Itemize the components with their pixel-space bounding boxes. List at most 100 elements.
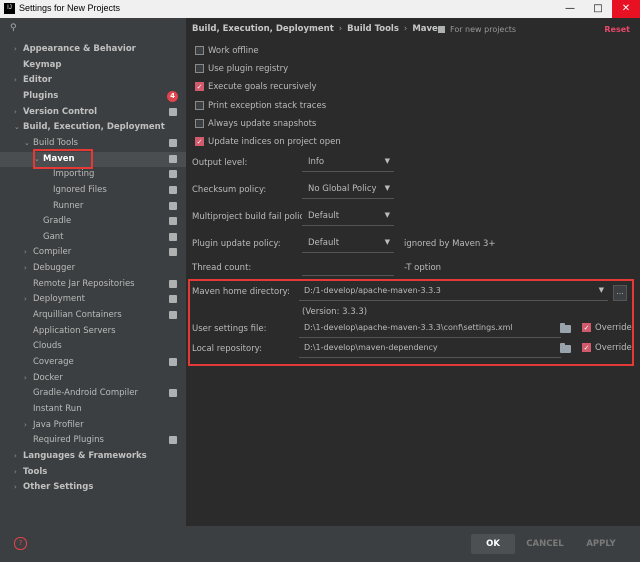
settings-search[interactable]: ⚲: [6, 22, 180, 38]
minimize-button[interactable]: —: [556, 0, 584, 18]
option-label: Update indices on project open: [208, 137, 341, 147]
maximize-button[interactable]: □: [584, 0, 612, 18]
cancel-button[interactable]: CANCEL: [519, 534, 571, 554]
sidebar-item[interactable]: Gradle: [0, 214, 186, 229]
checkbox-unchecked-icon: [195, 64, 204, 74]
multiproject-policy-select[interactable]: Default ▼: [302, 209, 394, 226]
folder-icon[interactable]: [560, 323, 571, 333]
project-scope-icon: [169, 201, 177, 210]
sidebar-item-label: Build, Execution, Deployment: [23, 122, 165, 133]
breadcrumb-item[interactable]: Build, Execution, Deployment: [192, 24, 334, 34]
override-label: Override: [595, 343, 632, 353]
plugin-update-policy-value: Default: [308, 238, 340, 248]
chevron-right-icon[interactable]: ›: [24, 292, 27, 307]
project-scope-icon: [169, 232, 177, 241]
sidebar-item[interactable]: › Java Profiler: [0, 418, 186, 433]
local-repo-label: Local repository:: [192, 344, 262, 354]
output-level-value: Info: [308, 157, 325, 167]
checkbox-unchecked-icon: [195, 46, 204, 55]
maven-settings-panel: Build, Execution, Deployment › Build Tools…: [186, 18, 640, 526]
option-label: Always update snapshots: [208, 118, 317, 129]
sidebar-item[interactable]: › Docker: [0, 371, 186, 386]
sidebar-item[interactable]: ⌄ Build Tools: [0, 136, 186, 151]
close-button[interactable]: ✕: [612, 0, 640, 18]
option-label: Execute goals recursively: [208, 82, 317, 93]
chevron-down-icon[interactable]: ⌄: [34, 152, 40, 167]
sidebar-item[interactable]: Application Servers: [0, 324, 186, 339]
multiproject-policy-label-text: Multiproject build fail policy:: [192, 212, 312, 222]
sidebar-item[interactable]: › Version Control: [0, 105, 186, 120]
sidebar-item[interactable]: › Appearance & Behavior: [0, 42, 186, 57]
sidebar-item[interactable]: ⌄ Build, Execution, Deployment: [0, 120, 186, 135]
dropdown-arrow-icon: ▼: [598, 286, 604, 294]
checksum-policy-label-text: Checksum policy:: [192, 185, 267, 195]
for-new-projects-label: For new projects: [438, 25, 516, 34]
sidebar-item[interactable]: › Compiler: [0, 245, 186, 260]
sidebar-item[interactable]: Gant: [0, 230, 186, 245]
sidebar-item-label: Instant Run: [33, 403, 82, 414]
dropdown-arrow-icon: ▼: [384, 157, 390, 165]
chevron-right-icon[interactable]: ›: [14, 480, 17, 495]
chevron-right-icon[interactable]: ›: [14, 73, 17, 88]
dropdown-arrow-icon: ▼: [384, 184, 390, 192]
project-icon: [438, 26, 445, 33]
apply-button[interactable]: APPLY: [575, 534, 627, 554]
chevron-right-icon[interactable]: ›: [24, 371, 27, 386]
plugin-update-policy-select[interactable]: Default ▼: [302, 236, 394, 253]
plugin-update-policy-label-text: Plugin update policy:: [192, 239, 281, 249]
chevron-right-icon[interactable]: ›: [24, 245, 27, 260]
sidebar-item[interactable]: Keymap: [0, 58, 186, 73]
sidebar-item[interactable]: › Editor: [0, 73, 186, 88]
maven-home-select[interactable]: D:/1-develop/apache-maven-3.3.3 ▼: [299, 284, 608, 301]
sidebar-item[interactable]: Arquillian Containers: [0, 308, 186, 323]
sidebar-item-label: Arquillian Containers: [33, 310, 122, 321]
project-scope-icon: [169, 436, 177, 445]
ok-button[interactable]: OK: [471, 534, 515, 554]
checkbox-checked-icon: ✓: [195, 82, 204, 92]
chevron-right-icon[interactable]: ›: [14, 465, 17, 480]
maven-version-text: (Version: 3.3.3): [302, 307, 368, 317]
checksum-policy-select[interactable]: No Global Policy ▼: [302, 182, 394, 199]
sidebar-item[interactable]: Importing: [0, 167, 186, 182]
sidebar-item[interactable]: › Deployment: [0, 292, 186, 307]
sidebar-item-label: Deployment: [33, 294, 85, 305]
window-title: Settings for New Projects: [19, 3, 121, 13]
chevron-right-icon[interactable]: ›: [24, 261, 27, 276]
sidebar-item[interactable]: Clouds: [0, 339, 186, 354]
user-settings-label-text: User settings file:: [192, 324, 267, 334]
breadcrumb-item[interactable]: Build Tools: [347, 24, 399, 34]
chevron-right-icon[interactable]: ›: [14, 42, 17, 57]
sidebar-item[interactable]: Ignored Files: [0, 183, 186, 198]
chevron-down-icon[interactable]: ⌄: [24, 136, 30, 151]
thread-count-input[interactable]: [302, 261, 394, 276]
reset-link[interactable]: Reset: [604, 25, 630, 34]
user-settings-input[interactable]: D:\1-develop\apache-maven-3.3.3\conf\set…: [299, 321, 561, 338]
folder-icon[interactable]: [560, 343, 571, 353]
sidebar-item[interactable]: Required Plugins: [0, 433, 186, 448]
sidebar-item[interactable]: › Languages & Frameworks: [0, 449, 186, 464]
sidebar-item[interactable]: Runner: [0, 199, 186, 214]
chevron-right-icon[interactable]: ›: [14, 449, 17, 464]
project-scope-icon: [169, 248, 177, 257]
chevron-right-icon[interactable]: ›: [14, 105, 17, 120]
chevron-right-icon[interactable]: ›: [24, 418, 27, 433]
project-scope-icon: [169, 138, 177, 147]
sidebar-item[interactable]: Gradle-Android Compiler: [0, 386, 186, 401]
sidebar-item[interactable]: › Tools: [0, 465, 186, 480]
local-repo-value: D:\1-develop\maven-dependency: [304, 343, 438, 352]
local-repo-input[interactable]: D:\1-develop\maven-dependency: [299, 341, 561, 358]
sidebar-item[interactable]: Instant Run: [0, 402, 186, 417]
project-scope-icon: [169, 170, 177, 179]
intellij-app-icon: IJ: [4, 3, 15, 14]
chevron-down-icon[interactable]: ⌄: [14, 120, 20, 135]
sidebar-item[interactable]: ⌄ Maven: [0, 151, 186, 167]
settings-sidebar: ⚲ › Appearance & Behavior Keymap › Editor Plu…: [0, 18, 186, 526]
output-level-select[interactable]: Info ▼: [302, 155, 394, 172]
sidebar-item[interactable]: Plugins 4: [0, 89, 186, 104]
sidebar-item[interactable]: Remote Jar Repositories: [0, 277, 186, 292]
browse-maven-home-button[interactable]: ...: [613, 285, 627, 301]
sidebar-item[interactable]: › Other Settings: [0, 480, 186, 495]
sidebar-item[interactable]: › Debugger: [0, 261, 186, 276]
sidebar-item[interactable]: Coverage: [0, 355, 186, 370]
help-icon[interactable]: ?: [14, 537, 27, 550]
